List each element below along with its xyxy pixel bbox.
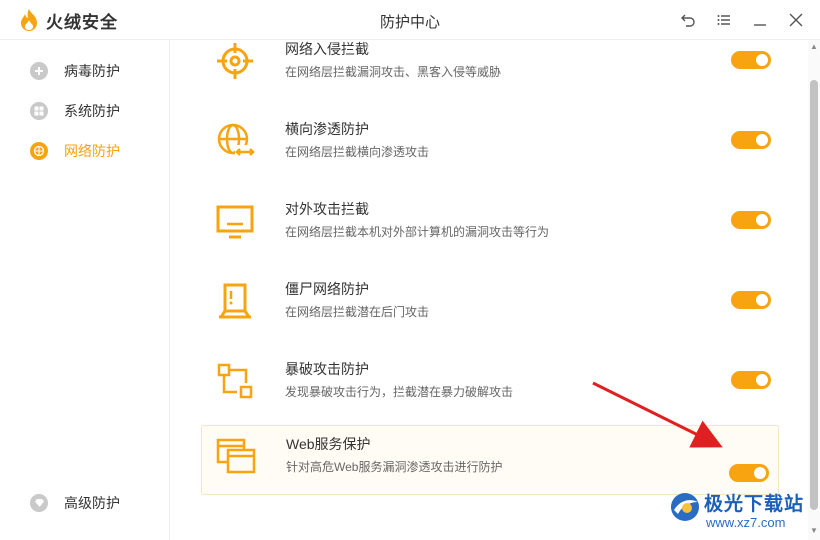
list-item: 横向渗透防护 在网络层拦截横向渗透攻击: [201, 111, 779, 181]
scroll-up-icon[interactable]: ▲: [808, 42, 820, 51]
sidebar-item-virus[interactable]: 病毒防护: [30, 56, 120, 86]
windows-icon: [30, 102, 48, 120]
back-icon: [681, 14, 695, 27]
brute-force-toggle[interactable]: [731, 371, 771, 389]
lateral-movement-toggle[interactable]: [731, 131, 771, 149]
sidebar-item-label: 网络防护: [64, 143, 120, 159]
laptop-warning-icon: [219, 283, 251, 319]
web-windows-icon: [216, 438, 256, 474]
list-item: 僵尸网络防护 在网络层拦截潜在后门攻击: [201, 271, 779, 341]
watermark: 极光下载站 www.xz7.com: [668, 488, 818, 536]
sidebar-item-label: 高级防护: [64, 495, 120, 511]
back-button[interactable]: [676, 8, 700, 32]
scrollbar[interactable]: ▲ ▼: [808, 40, 820, 540]
virus-shield-icon: [30, 62, 48, 80]
row-description: 在网络层拦截潜在后门攻击: [285, 305, 430, 319]
list-item: 暴破攻击防护 发现暴破攻击行为，拦截潜在暴力破解攻击: [201, 351, 779, 421]
sidebar-item-label: 系统防护: [64, 103, 120, 119]
row-description: 在网络层拦截本机对外部计算机的漏洞攻击等行为: [285, 225, 550, 239]
menu-button[interactable]: [712, 8, 736, 32]
row-title: 对外攻击拦截: [285, 201, 369, 217]
row-description: 针对高危Web服务漏洞渗透攻击进行防护: [286, 460, 503, 474]
monitor-icon: [216, 205, 254, 239]
diamond-icon: [30, 494, 48, 512]
list-item: 对外攻击拦截 在网络层拦截本机对外部计算机的漏洞攻击等行为: [201, 191, 779, 261]
menu-icon: [717, 15, 730, 25]
sidebar-item-system[interactable]: 系统防护: [30, 96, 120, 126]
sidebar-item-network[interactable]: 网络防护: [30, 136, 120, 166]
row-description: 在网络层拦截漏洞攻击、黑客入侵等威胁: [285, 65, 502, 79]
protection-list: 网络入侵拦截 在网络层拦截漏洞攻击、黑客入侵等威胁 横向渗透防护 在网络层拦截横…: [171, 40, 807, 540]
globe-icon: [30, 142, 48, 160]
minimize-icon: [754, 24, 766, 26]
row-title: 横向渗透防护: [285, 121, 369, 137]
web-service-toggle[interactable]: [729, 464, 769, 482]
close-button[interactable]: [784, 8, 808, 32]
watermark-name: 极光下载站: [704, 494, 805, 515]
sidebar: 病毒防护 系统防护 网络防护 高级防护: [0, 40, 170, 540]
close-icon: [789, 13, 803, 27]
row-title: Web服务保护: [286, 436, 371, 452]
globe-arrows-icon: [217, 123, 255, 159]
watermark-logo-icon: [671, 493, 699, 521]
outbound-attack-toggle[interactable]: [731, 211, 771, 229]
row-title: 僵尸网络防护: [285, 281, 369, 297]
crosshair-icon: [217, 43, 253, 79]
list-item: 网络入侵拦截 在网络层拦截漏洞攻击、黑客入侵等威胁: [201, 40, 779, 101]
minimize-button[interactable]: [748, 8, 772, 32]
watermark-url: www.xz7.com: [706, 515, 786, 530]
scroll-thumb[interactable]: [810, 80, 818, 510]
row-description: 在网络层拦截横向渗透攻击: [285, 145, 430, 159]
title-bar: 火绒安全 防护中心: [0, 0, 820, 40]
sidebar-item-label: 病毒防护: [64, 63, 120, 79]
list-item: Web服务保护 针对高危Web服务漏洞渗透攻击进行防护: [201, 425, 779, 495]
network-intrusion-toggle[interactable]: [731, 51, 771, 69]
row-description: 发现暴破攻击行为，拦截潜在暴力破解攻击: [285, 385, 514, 399]
botnet-toggle[interactable]: [731, 291, 771, 309]
row-title: 暴破攻击防护: [285, 361, 369, 377]
network-nodes-icon: [217, 363, 253, 399]
sidebar-item-advanced[interactable]: 高级防护: [30, 488, 120, 518]
row-title: 网络入侵拦截: [285, 41, 369, 57]
